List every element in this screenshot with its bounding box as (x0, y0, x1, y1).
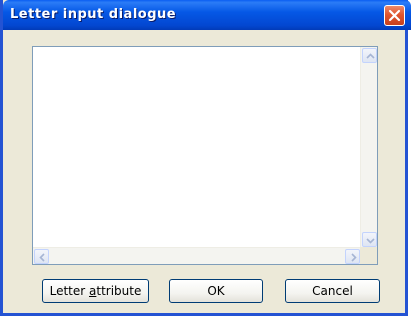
letter-text-box (32, 46, 378, 265)
letter-attribute-label-end: ttribute (96, 284, 142, 298)
letter-attribute-label-start: Letter (49, 284, 90, 298)
letter-attribute-button[interactable]: Letter attribute (42, 279, 149, 303)
scroll-right-button[interactable] (345, 249, 360, 264)
letter-text-area[interactable] (33, 47, 361, 248)
scroll-left-button[interactable] (34, 249, 49, 264)
horizontal-scrollbar[interactable] (33, 247, 361, 264)
arrow-down-icon (366, 238, 375, 244)
close-button[interactable] (384, 5, 405, 26)
arrow-right-icon (351, 253, 357, 262)
dialog-title: Letter input dialogue (10, 7, 177, 22)
scrollbar-corner (360, 247, 377, 264)
dialog-window: Letter input dialogue Letter attribute O… (0, 0, 411, 316)
arrow-up-icon (366, 53, 375, 59)
cancel-button[interactable]: Cancel (285, 279, 380, 303)
scroll-up-button[interactable] (362, 48, 377, 63)
title-bar[interactable]: Letter input dialogue (3, 0, 411, 30)
vertical-scrollbar[interactable] (360, 47, 377, 248)
ok-button[interactable]: OK (169, 279, 263, 303)
scroll-down-button[interactable] (362, 232, 377, 247)
ok-button-label: OK (207, 284, 225, 298)
arrow-left-icon (39, 253, 45, 262)
close-icon (388, 9, 401, 22)
cancel-button-label: Cancel (312, 284, 353, 298)
